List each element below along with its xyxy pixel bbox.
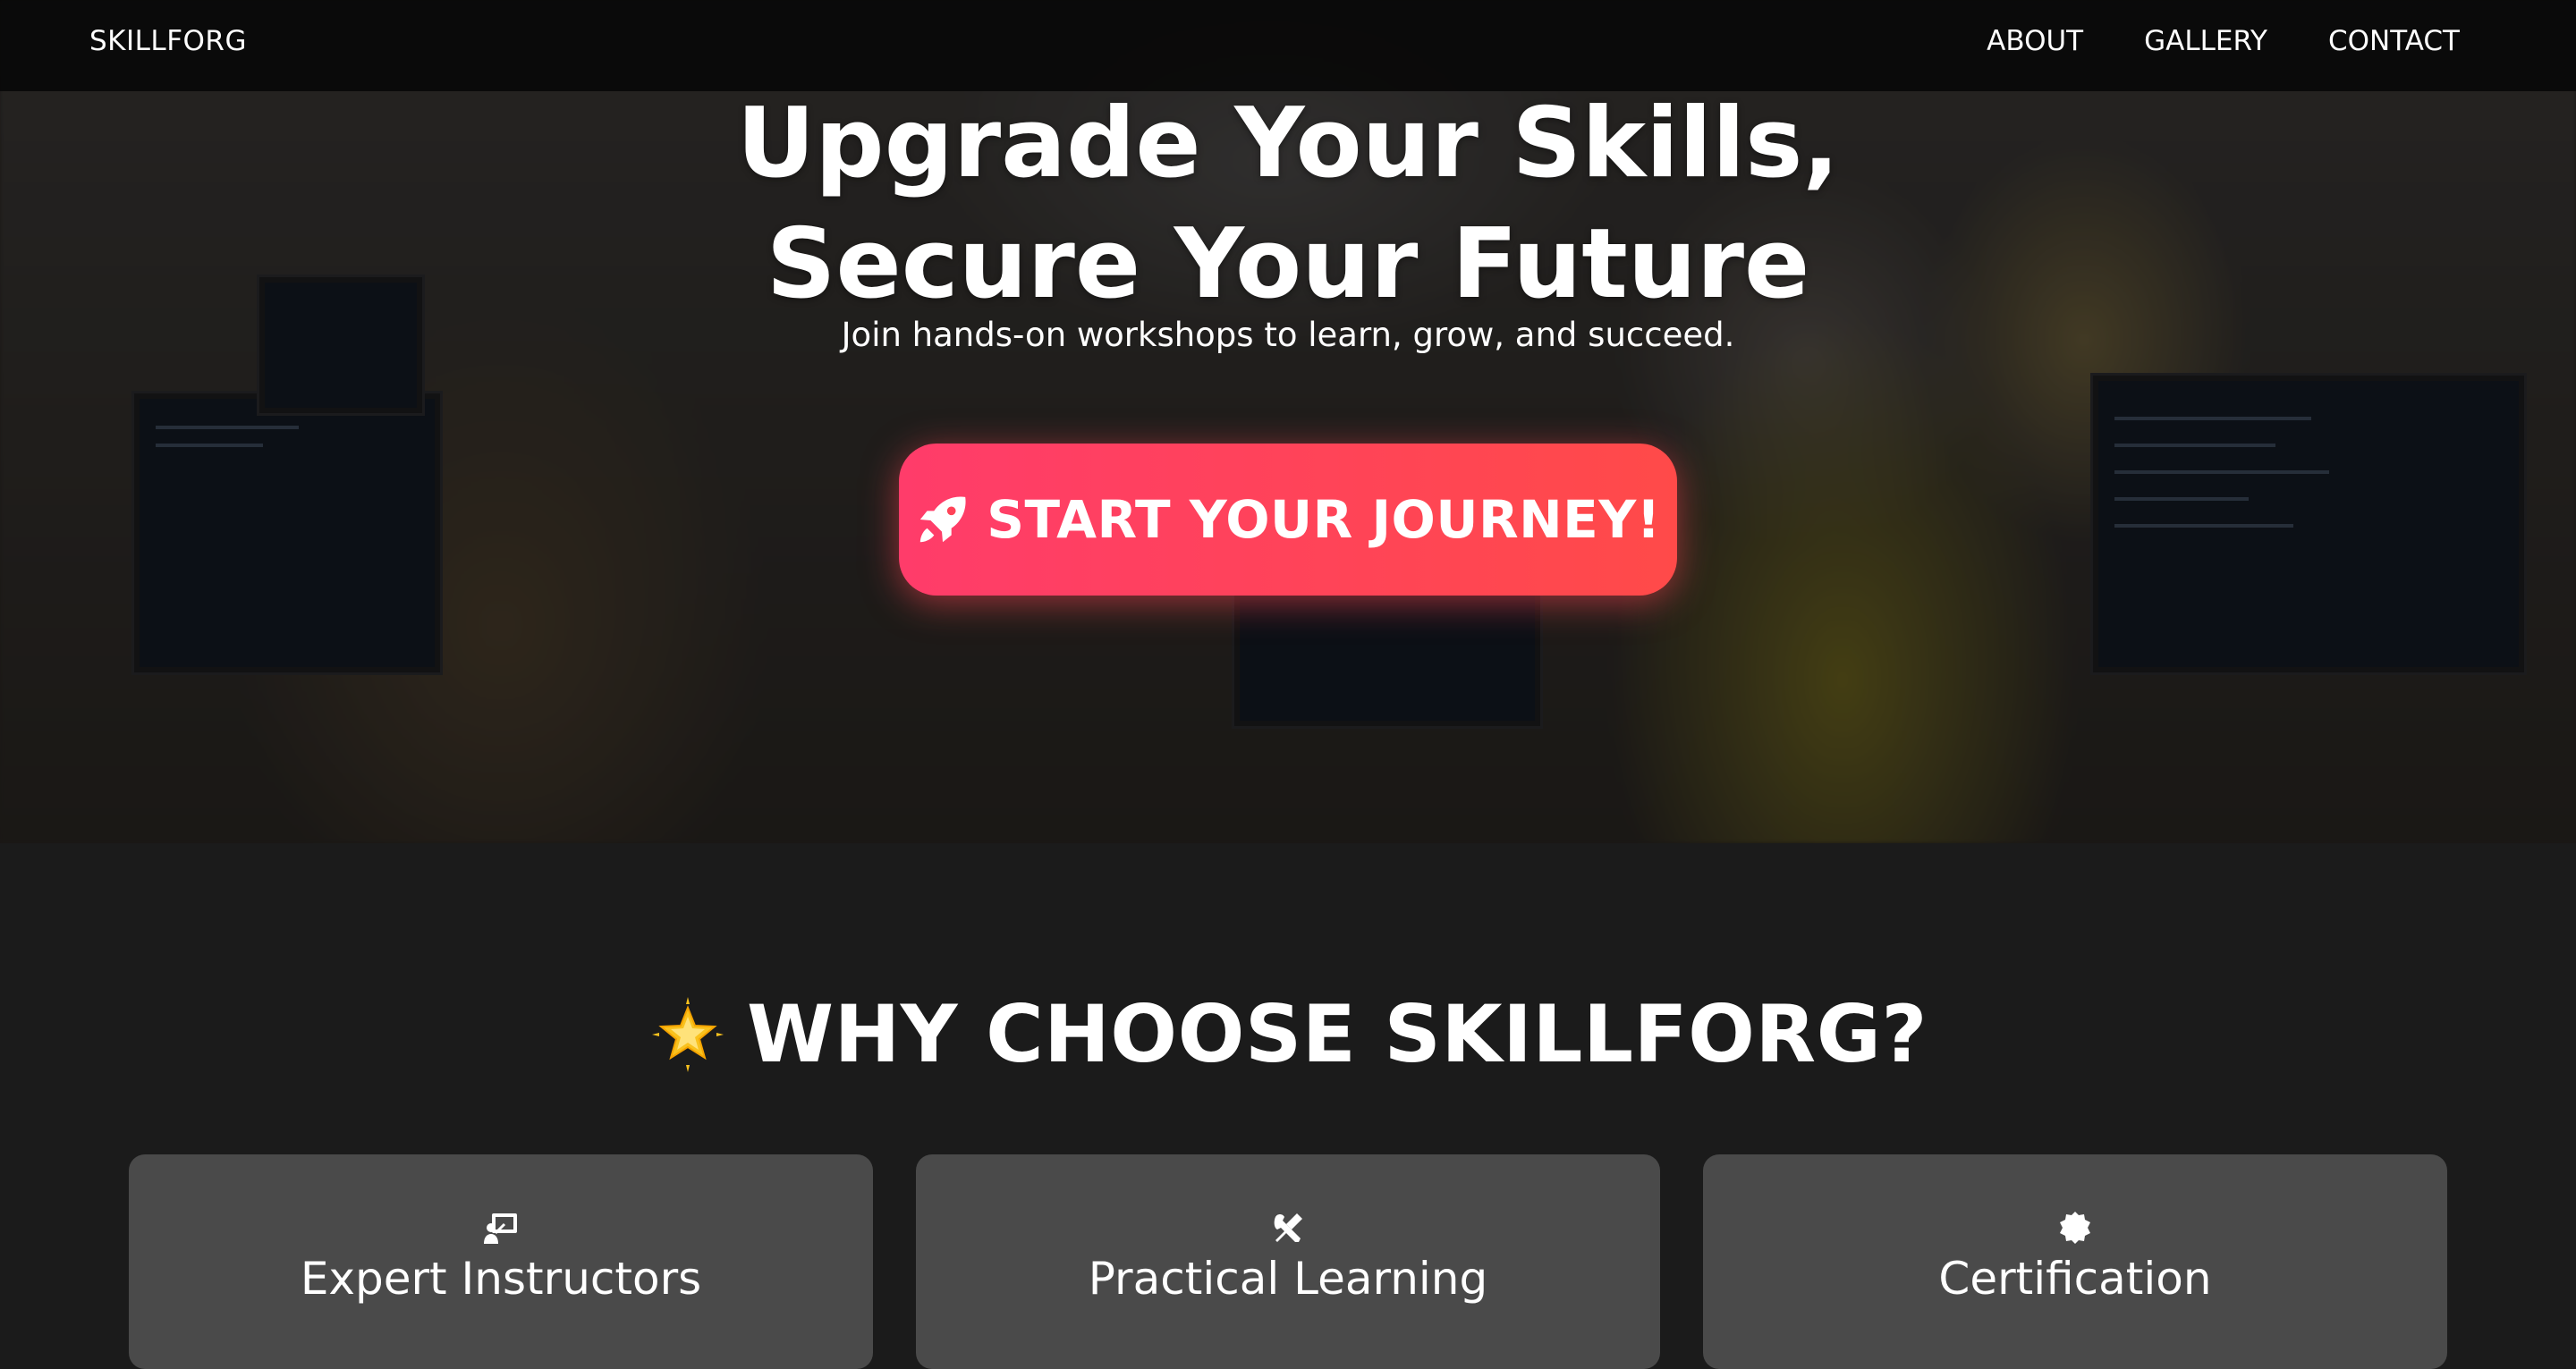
hero-title-line-1: Upgrade Your Skills, [736, 88, 1840, 200]
feature-card-practical-learning: Practical Learning [916, 1154, 1660, 1369]
features-heading: WHY CHOOSE SKILLFORG? [0, 988, 2576, 1080]
badge-icon [2060, 1212, 2090, 1244]
features-title: WHY CHOOSE SKILLFORG? [747, 988, 1928, 1080]
nav-links: ABOUT GALLERY CONTACT [1987, 25, 2460, 57]
feature-card-title: Expert Instructors [300, 1253, 702, 1305]
feature-card-title: Certification [1938, 1253, 2212, 1305]
nav-link-contact[interactable]: CONTACT [2328, 25, 2460, 57]
tools-icon [1274, 1213, 1302, 1242]
feature-card-certification: Certification [1703, 1154, 2447, 1369]
start-journey-button[interactable]: START YOUR JOURNEY! [899, 444, 1677, 596]
nav-link-about[interactable]: ABOUT [1987, 25, 2083, 57]
feature-card-expert-instructors: Expert Instructors [129, 1154, 873, 1369]
teacher-board-icon [484, 1213, 517, 1244]
rocket-icon [920, 496, 966, 543]
top-navbar: SKILLFORG ABOUT GALLERY CONTACT [0, 0, 2576, 91]
feature-card-title: Practical Learning [1088, 1253, 1488, 1305]
hero-title-line-2: Secure Your Future [766, 208, 1810, 321]
nav-link-gallery[interactable]: GALLERY [2144, 25, 2267, 57]
features-section: WHY CHOOSE SKILLFORG? Expert Instructors… [0, 843, 2576, 1369]
brand-logo-text[interactable]: SKILLFORG [89, 25, 247, 57]
hero-section: Upgrade Your Skills, Secure Your Future … [0, 0, 2576, 843]
glowing-star-icon [652, 996, 724, 1072]
start-journey-label: START YOUR JOURNEY! [987, 489, 1661, 550]
hero-subtitle: Join hands-on workshops to learn, grow, … [841, 316, 1735, 354]
